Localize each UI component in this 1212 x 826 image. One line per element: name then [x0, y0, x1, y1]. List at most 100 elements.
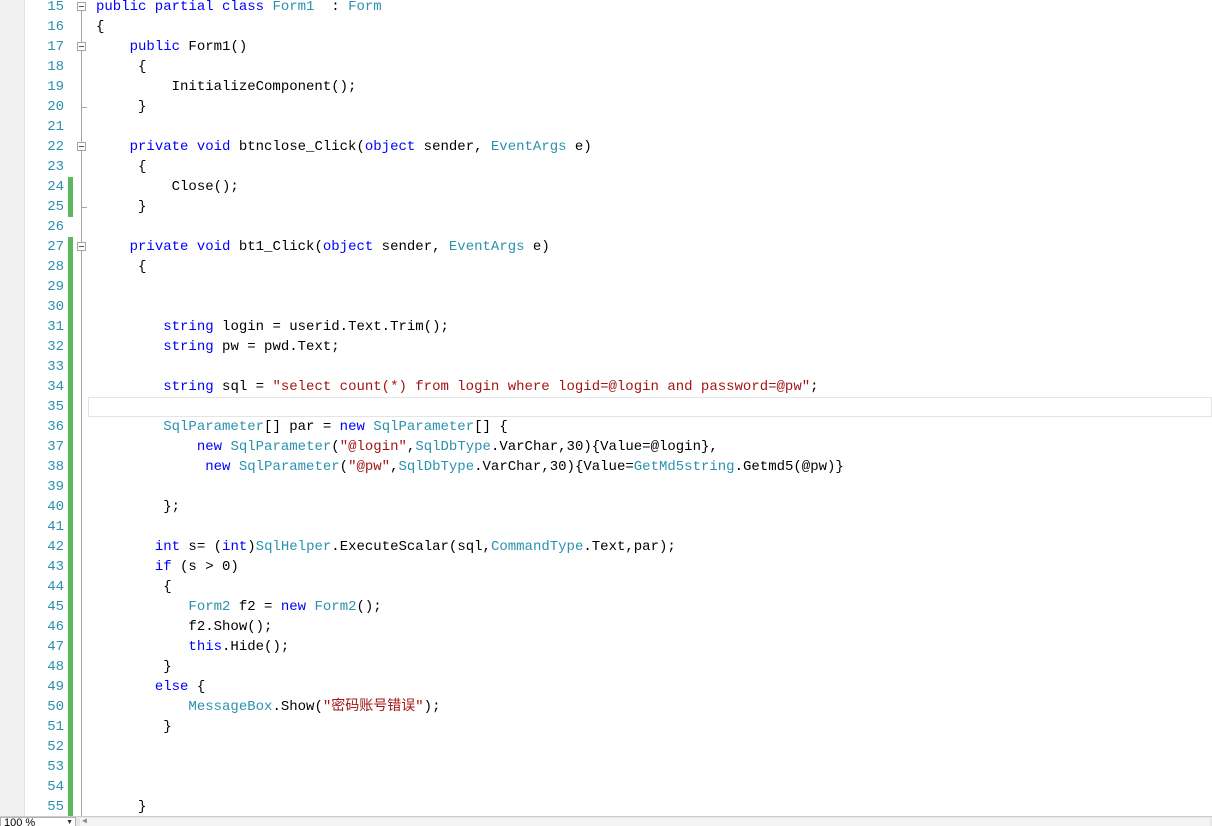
- code-line[interactable]: private void bt1_Click(object sender, Ev…: [96, 237, 550, 257]
- code-line[interactable]: {: [96, 257, 146, 277]
- code-token: CommandType: [490, 539, 584, 555]
- code-line[interactable]: }: [96, 797, 146, 817]
- code-token: s= (: [180, 539, 223, 555]
- code-token: f2.Show();: [96, 619, 273, 635]
- line-number: 32: [47, 339, 64, 355]
- code-token: };: [96, 499, 181, 515]
- code-line[interactable]: }: [96, 197, 146, 217]
- line-number: 48: [47, 659, 64, 675]
- line-number: 25: [47, 199, 64, 215]
- code-token: public: [129, 39, 181, 55]
- code-line[interactable]: else {: [96, 677, 205, 697]
- code-line[interactable]: }: [96, 97, 146, 117]
- code-line[interactable]: string sql = "select count(*) from login…: [96, 377, 818, 397]
- code-token: EventArgs: [448, 239, 525, 255]
- code-line[interactable]: Close();: [96, 177, 239, 197]
- code-token: {: [188, 679, 206, 695]
- code-token: login = userid.Text.Trim();: [213, 319, 449, 335]
- outline-end: [81, 207, 87, 208]
- code-line[interactable]: }: [96, 717, 171, 737]
- code-line[interactable]: {: [96, 577, 171, 597]
- code-line[interactable]: {: [96, 17, 104, 37]
- line-number: 51: [47, 719, 64, 735]
- line-number: 38: [47, 459, 64, 475]
- code-token: Form1: [272, 0, 315, 15]
- zoom-level: 100 %: [4, 817, 36, 826]
- code-token: SqlDbType: [415, 439, 491, 455]
- code-token: Form: [348, 0, 382, 15]
- code-line[interactable]: {: [96, 157, 146, 177]
- code-line[interactable]: this.Hide();: [96, 637, 289, 657]
- code-token: private void: [129, 139, 231, 155]
- line-number: 54: [47, 779, 64, 795]
- code-token: string: [163, 319, 214, 335]
- current-line-highlight: [88, 397, 1212, 417]
- code-token: bt1_Click(: [230, 239, 323, 255]
- code-line[interactable]: MessageBox.Show("密码账号错误");: [96, 697, 440, 717]
- code-token: ();: [356, 599, 382, 615]
- outline-end: [81, 107, 87, 108]
- line-number: 30: [47, 299, 64, 315]
- line-number: 27: [47, 239, 64, 255]
- code-token: string: [163, 339, 214, 355]
- code-token: }: [96, 99, 147, 115]
- code-editor[interactable]: 15 16 17 18 19 20 21 22 23 24 25 26 27 28 29 30 31 32 33 34…: [0, 0, 1212, 826]
- collapse-icon[interactable]: [77, 242, 86, 251]
- code-token: int: [222, 539, 248, 555]
- code-line[interactable]: string login = userid.Text.Trim();: [96, 317, 449, 337]
- code-line[interactable]: public partial class Form1 : Form: [96, 0, 382, 17]
- code-token: e): [524, 239, 550, 255]
- code-line[interactable]: {: [96, 57, 146, 77]
- code-token: SqlParameter: [230, 439, 332, 455]
- code-token: ,: [390, 459, 399, 475]
- code-token: }: [96, 799, 147, 815]
- code-line[interactable]: SqlParameter[] par = new SqlParameter[] …: [96, 417, 508, 437]
- line-number: 45: [47, 599, 64, 615]
- code-line[interactable]: if (s > 0): [96, 557, 239, 577]
- horizontal-scrollbar[interactable]: ◀: [80, 817, 1210, 826]
- code-token: else: [154, 679, 189, 695]
- code-token: {: [96, 59, 147, 75]
- line-number: 52: [47, 739, 64, 755]
- code-token: {: [96, 159, 147, 175]
- collapse-icon[interactable]: [77, 142, 86, 151]
- code-line[interactable]: string pw = pwd.Text;: [96, 337, 339, 357]
- code-line[interactable]: int s= (int)SqlHelper.ExecuteScalar(sql,…: [96, 537, 676, 557]
- code-token: ): [247, 539, 256, 555]
- chevron-down-icon: ▼: [66, 819, 73, 826]
- code-token: SqlParameter: [373, 419, 475, 435]
- code-token: object: [322, 239, 374, 255]
- code-token: GetMd5string: [633, 459, 735, 475]
- code-line[interactable]: }: [96, 657, 171, 677]
- code-token: (: [339, 459, 349, 475]
- line-number: 26: [47, 219, 64, 235]
- collapse-icon[interactable]: [77, 42, 86, 51]
- zoom-dropdown[interactable]: 100 % ▼: [0, 817, 76, 826]
- line-number: 22: [47, 139, 64, 155]
- code-token: "@pw": [348, 459, 391, 475]
- collapse-icon[interactable]: [77, 2, 86, 11]
- code-line[interactable]: public Form1(): [96, 37, 248, 57]
- line-number: 33: [47, 359, 64, 375]
- code-line[interactable]: };: [96, 497, 180, 517]
- code-line[interactable]: new SqlParameter("@pw",SqlDbType.VarChar…: [96, 457, 844, 477]
- code-line[interactable]: InitializeComponent();: [96, 77, 357, 97]
- line-number: 41: [47, 519, 64, 535]
- line-number: 24: [47, 179, 64, 195]
- code-token: Close();: [96, 179, 239, 195]
- code-line[interactable]: f2.Show();: [96, 617, 272, 637]
- code-token: MessageBox: [188, 699, 273, 715]
- code-token: private void: [129, 239, 231, 255]
- outline-guide: [81, 11, 82, 826]
- code-line[interactable]: private void btnclose_Click(object sende…: [96, 137, 592, 157]
- scroll-left-icon[interactable]: ◀: [82, 817, 87, 826]
- code-token: public partial class: [96, 0, 273, 15]
- line-number: 46: [47, 619, 64, 635]
- code-line[interactable]: Form2 f2 = new Form2();: [96, 597, 382, 617]
- code-line[interactable]: new SqlParameter("@login",SqlDbType.VarC…: [96, 437, 718, 457]
